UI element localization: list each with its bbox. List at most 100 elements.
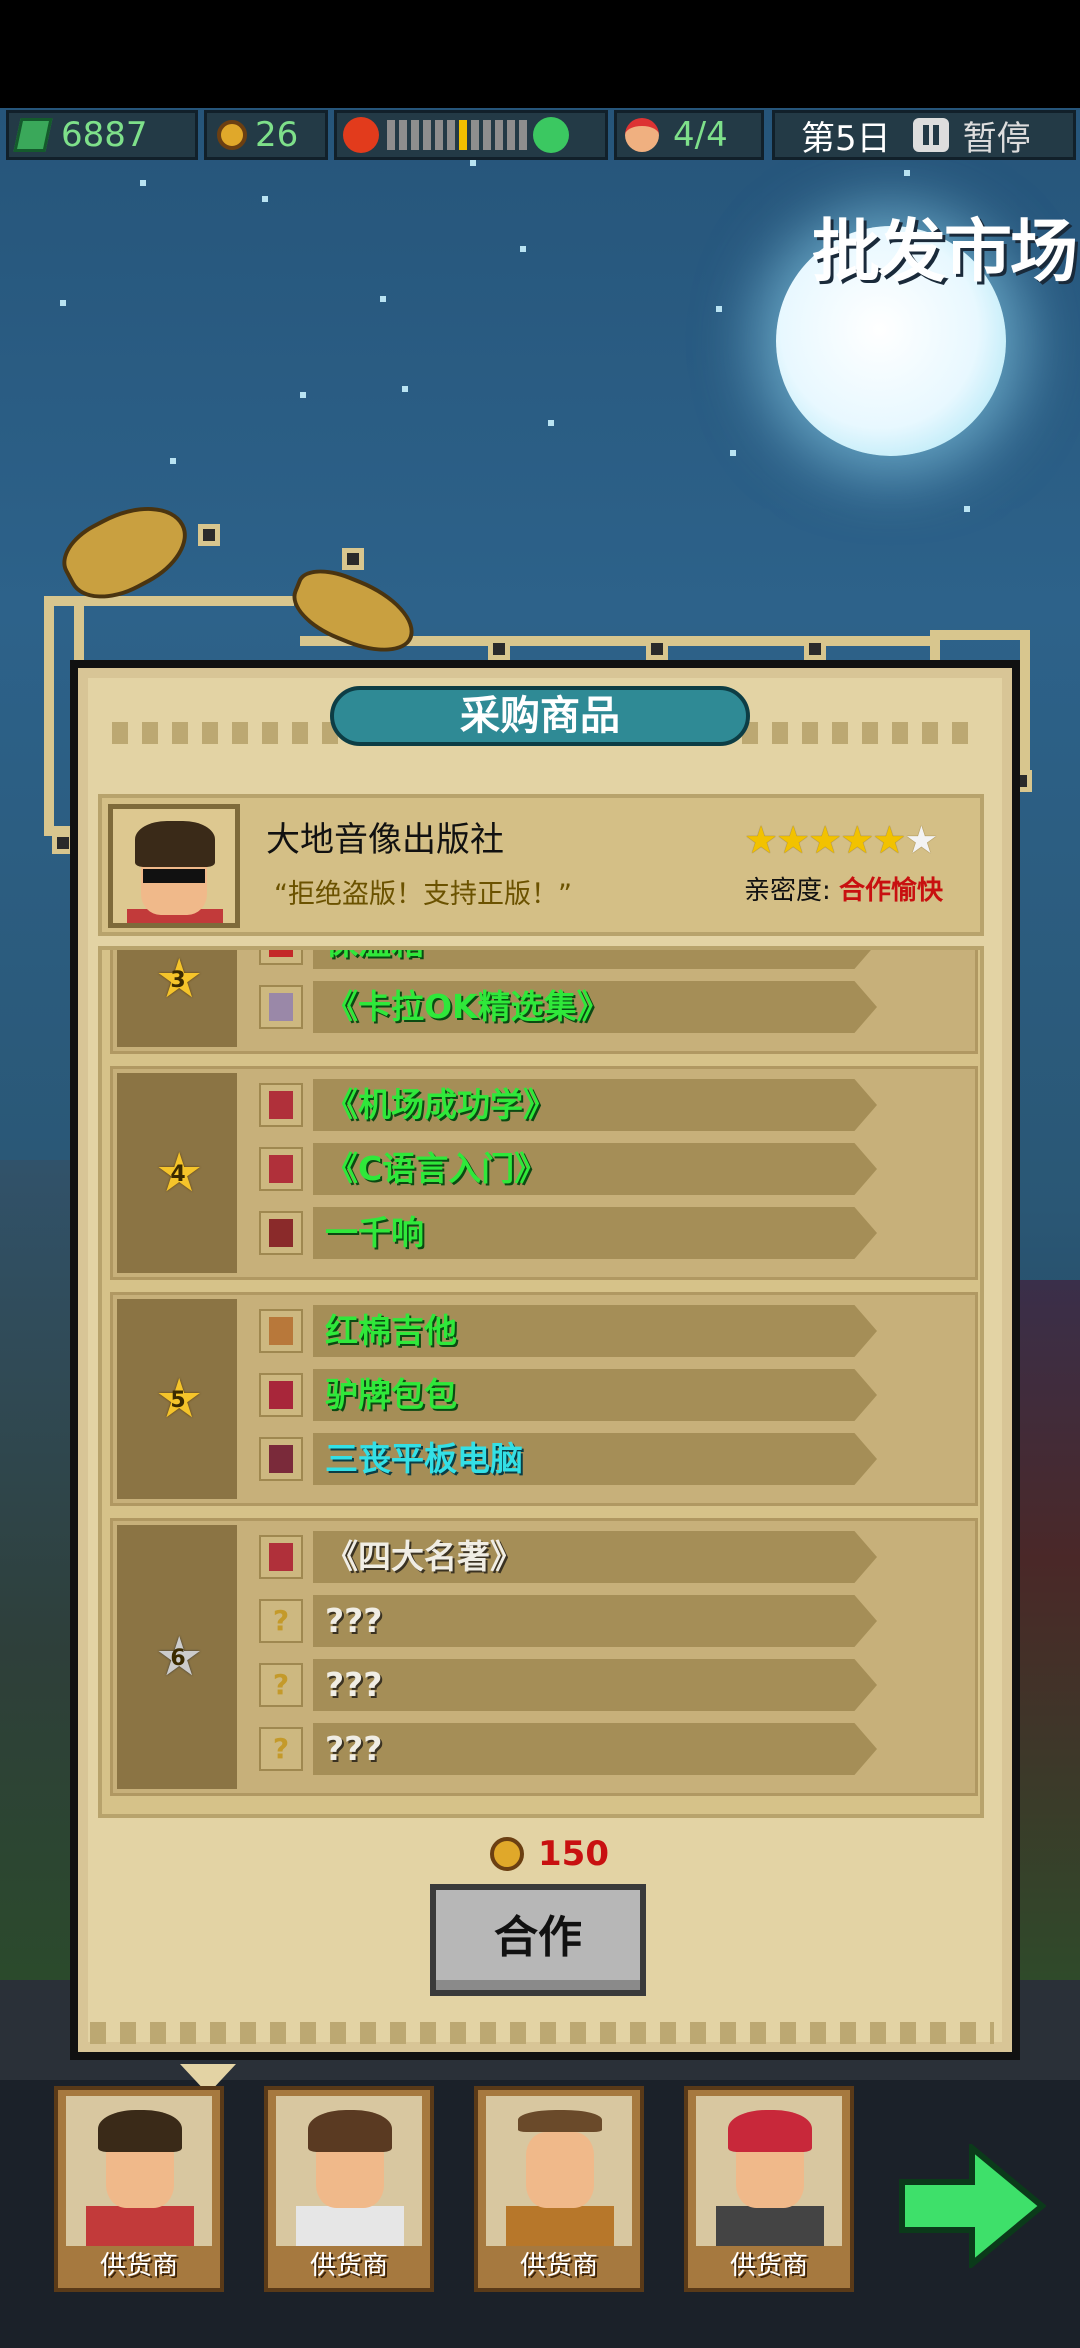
level-column: ★ 4 [117, 1073, 237, 1273]
sky-star [730, 450, 736, 456]
panel-title: 采购商品 [330, 686, 750, 746]
book-icon [259, 1083, 303, 1127]
coin-icon [217, 120, 247, 150]
sky-star [470, 160, 476, 166]
mood-segment [507, 120, 515, 150]
sky-star [300, 392, 306, 398]
next-arrow-icon[interactable] [898, 2144, 1046, 2268]
day-and-pause[interactable]: 第5日 暂停 [772, 110, 1076, 160]
level-column: ★ 6 [117, 1525, 237, 1789]
supplier-card-label: 供货商 [99, 2251, 178, 2281]
sky-star [60, 300, 66, 306]
firecracker-icon [259, 1211, 303, 1255]
mood-segment [459, 120, 467, 150]
mood-segment [423, 120, 431, 150]
mood-segment [447, 120, 455, 150]
red-box-icon [259, 950, 303, 965]
goods-item-name: ??? [325, 1601, 383, 1640]
goods-item-bar [313, 1723, 877, 1775]
mood-meter [334, 110, 608, 160]
goods-item[interactable]: 《C语言入门》 [259, 1143, 877, 1195]
tablet-icon [259, 1437, 303, 1481]
goods-item-bar [313, 1595, 877, 1647]
cd-icon [259, 985, 303, 1029]
goods-item-name: 《卡拉OK精选集》 [325, 987, 610, 1026]
level-group-5: ★ 5 红棉吉他驴牌包包三丧平板电脑 [110, 1292, 978, 1506]
book-icon [259, 1147, 303, 1191]
goods-item-name: 保温箱 [325, 950, 424, 963]
cooperate-button[interactable]: 合作 [430, 1884, 646, 1996]
supplier-avatar [108, 804, 240, 928]
ornament-dot [804, 638, 826, 660]
ornament-dot [646, 638, 668, 660]
supplier-star-rating: ★★★★★★ [744, 818, 938, 862]
goods-item[interactable]: 驴牌包包 [259, 1369, 877, 1421]
supplier-card-2[interactable]: 供货商 [264, 2086, 434, 2292]
mood-segment [471, 120, 479, 150]
supplier-card-3[interactable]: 供货商 [474, 2086, 644, 2292]
mood-segment [399, 120, 407, 150]
goods-item[interactable]: 《四大名著》 [259, 1531, 877, 1583]
level-column: ★ 3 [117, 950, 237, 1047]
city-building-left [0, 1160, 80, 1980]
supplier-card-label: 供货商 [309, 2251, 388, 2281]
money-value: 6887 [61, 115, 148, 155]
pause-label[interactable]: 暂停 [963, 111, 1031, 160]
affinity: 亲密度: 合作愉快 [744, 870, 943, 907]
goods-item[interactable]: 一千响 [259, 1207, 877, 1259]
level-group-6: ★ 6 《四大名著》???????????? [110, 1518, 978, 1796]
supplier-card-label: 供货商 [729, 2251, 808, 2281]
level-number: 5 [170, 1388, 186, 1413]
sky-star [716, 306, 722, 312]
star-filled-icon: ★ [872, 818, 906, 862]
book-icon [259, 1535, 303, 1579]
location-title: 批发市场 [811, 213, 1078, 292]
affinity-value: 合作愉快 [839, 876, 944, 906]
goods-item[interactable]: ???? [259, 1595, 877, 1647]
question-icon: ? [259, 1727, 303, 1771]
goods-item[interactable]: 《卡拉OK精选集》 [259, 981, 877, 1033]
mood-segment [411, 120, 419, 150]
star-filled-icon: ★ [840, 818, 874, 862]
goods-item[interactable]: 《机场成功学》 [259, 1079, 877, 1131]
level-column: ★ 5 [117, 1299, 237, 1499]
level-number: 4 [170, 1162, 186, 1187]
coin-icon [490, 1837, 524, 1871]
goods-item-name: 《C语言入门》 [325, 1149, 548, 1188]
goods-item[interactable]: ???? [259, 1723, 877, 1775]
status-bar-area [0, 0, 1080, 108]
level-group-3: ★3 保温箱《卡拉OK精选集》 [110, 950, 978, 1054]
pause-icon[interactable] [912, 118, 949, 152]
ornament-dot [488, 638, 510, 660]
mood-segment [519, 120, 527, 150]
star-filled-icon: ★ [744, 818, 778, 862]
level-group-4: ★ 4 《机场成功学》 《C语言入门》一千响 [110, 1066, 978, 1280]
supplier-card-1[interactable]: 供货商 [54, 2086, 224, 2292]
ornament-dot [342, 548, 364, 570]
day-label: 第5日 [801, 118, 891, 159]
supplier-quote: “拒绝盗版！支持正版！” [274, 879, 572, 910]
goods-item[interactable]: ???? [259, 1659, 877, 1711]
level-number: 3 [170, 968, 186, 993]
supplier-card-4[interactable]: 供货商 [684, 2086, 854, 2292]
goods-item[interactable]: 保温箱 [259, 950, 877, 969]
supplier-card-label: 供货商 [519, 2251, 598, 2281]
star-empty-icon: ★ [904, 818, 938, 862]
goods-list[interactable]: ★3 保温箱《卡拉OK精选集》 ★4 《机场成功学》《C语言入门》一千响 ★5 红棉吉他驴… [98, 946, 984, 1818]
coin-value: 26 [255, 115, 299, 155]
mood-segment [435, 120, 443, 150]
staff-counter: 4/4 [614, 110, 764, 160]
sky-star [170, 458, 176, 464]
goods-item-name: 《机场成功学》 [325, 1085, 556, 1124]
sky-star [904, 170, 910, 176]
goods-item-name: 红棉吉他 [325, 1311, 457, 1350]
star-filled-icon: ★ [808, 818, 842, 862]
money-counter: 6887 [6, 110, 198, 160]
goods-item-name: 驴牌包包 [325, 1375, 457, 1414]
mood-bar [387, 120, 527, 150]
goods-item-bar [313, 1659, 877, 1711]
cash-icon [13, 118, 53, 152]
cost-value: 150 [538, 1834, 609, 1874]
goods-item[interactable]: 三丧平板电脑 [259, 1433, 877, 1485]
goods-item[interactable]: 红棉吉他 [259, 1305, 877, 1357]
